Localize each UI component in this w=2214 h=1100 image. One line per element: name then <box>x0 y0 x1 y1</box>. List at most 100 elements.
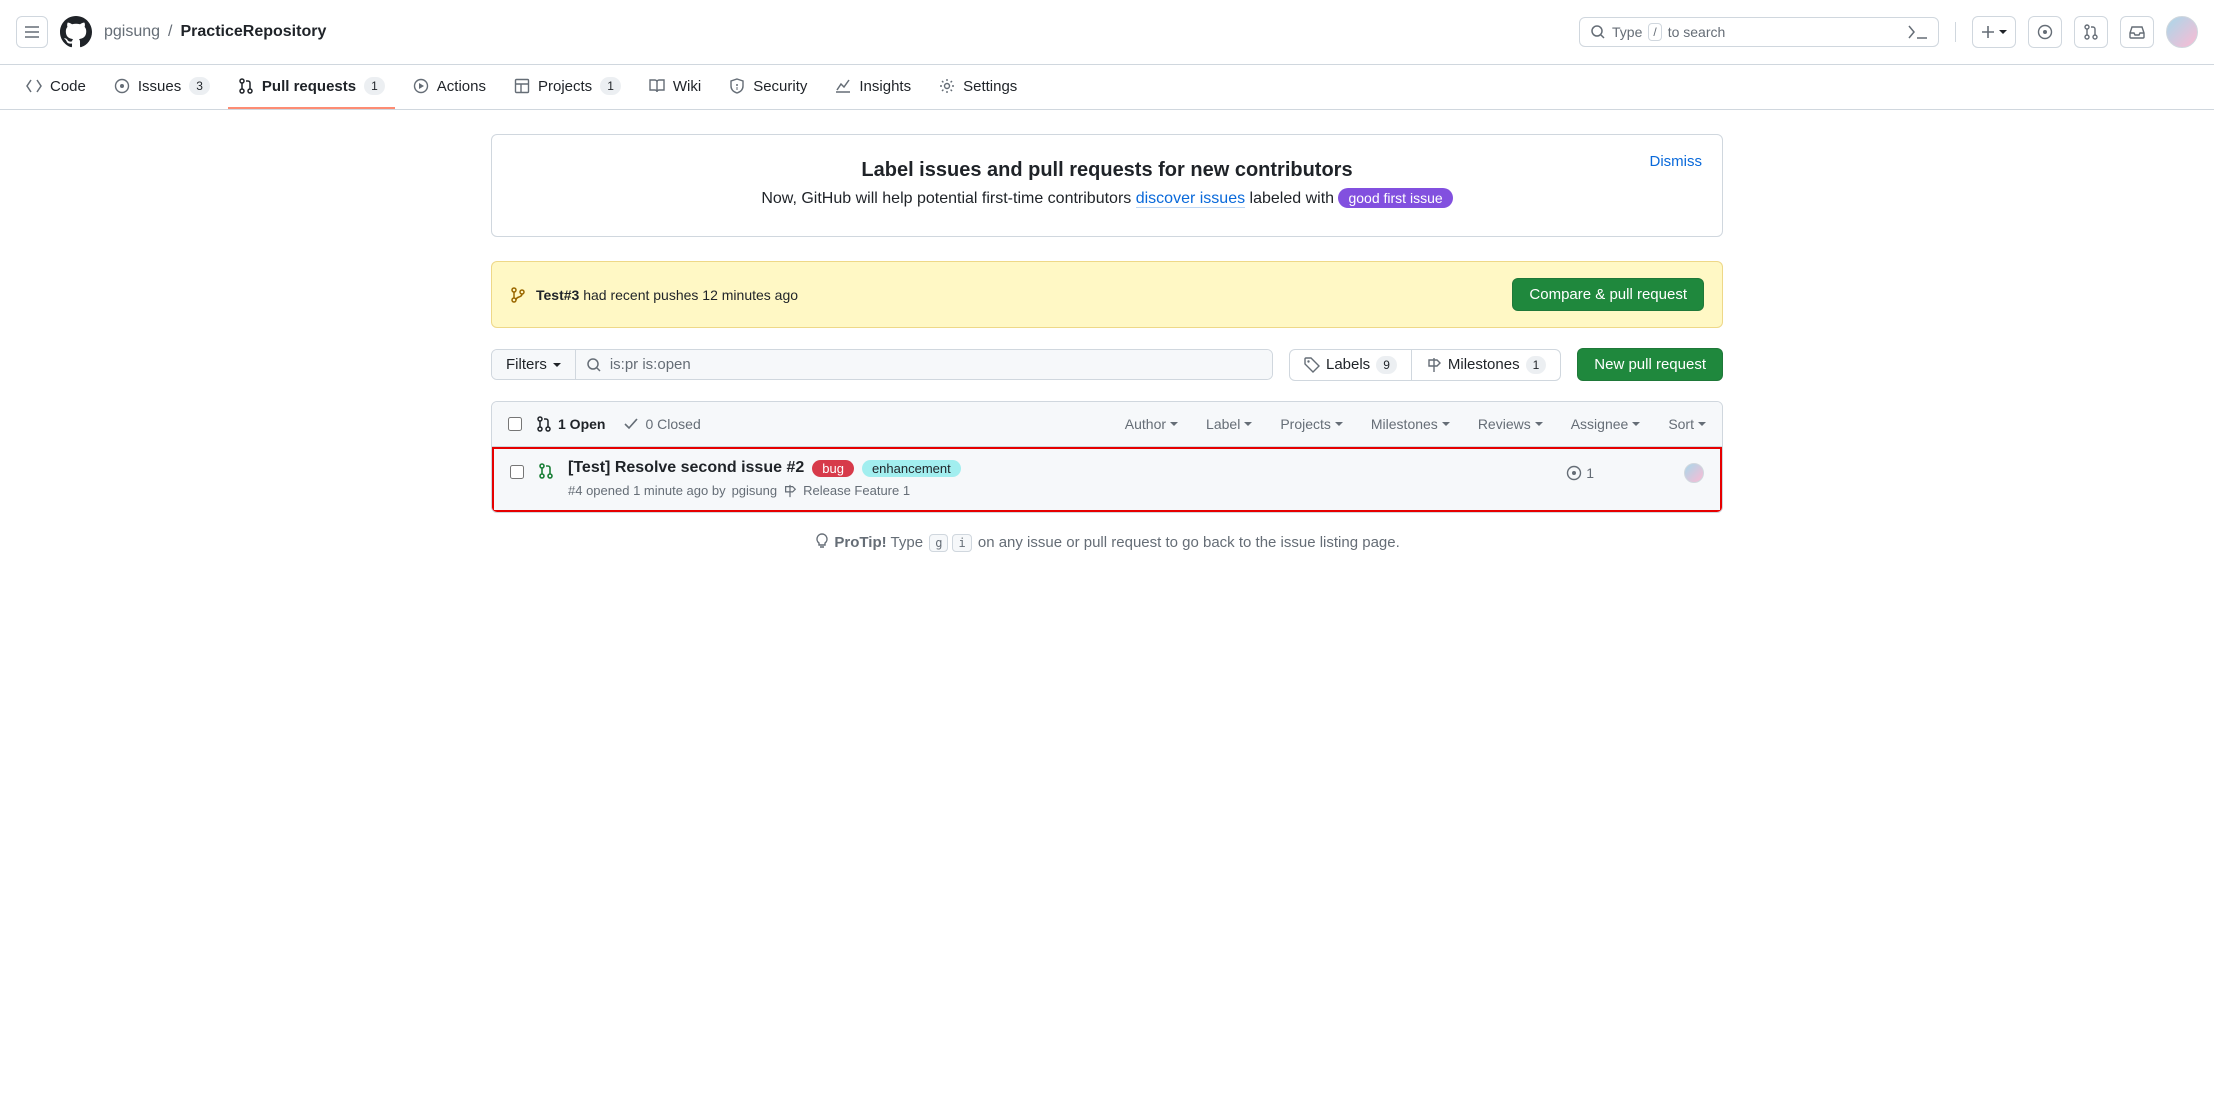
dd-label: Assignee <box>1571 416 1629 432</box>
create-new-button[interactable] <box>1972 16 2016 48</box>
protip-pre: Type <box>887 534 928 551</box>
inbox-shortcut[interactable] <box>2120 16 2154 48</box>
tab-code-label: Code <box>50 78 86 95</box>
tab-wiki[interactable]: Wiki <box>639 66 711 109</box>
meta-pre: #4 opened 1 minute ago by <box>568 483 726 498</box>
tab-issues[interactable]: Issues3 <box>104 65 220 109</box>
breadcrumb-owner[interactable]: pgisung <box>104 23 160 41</box>
push-msg: had recent pushes 12 minutes ago <box>579 287 798 303</box>
filter-group: Filters is:pr is:open <box>491 349 1273 380</box>
dismiss-button[interactable]: Dismiss <box>1650 153 1703 170</box>
info-title: Label issues and pull requests for new c… <box>516 159 1698 182</box>
filter-row: Filters is:pr is:open Labels9 Milestones… <box>491 348 1723 381</box>
closed-count-label: 0 Closed <box>645 416 700 432</box>
protip: ProTip! Type gi on any issue or pull req… <box>491 513 1723 571</box>
pr-list: 1 Open 0 Closed Author Label Projects Mi… <box>491 401 1723 513</box>
lightbulb-icon <box>814 533 830 549</box>
author-filter[interactable]: Author <box>1125 416 1178 432</box>
assignee-avatar[interactable] <box>1684 463 1704 483</box>
issue-icon <box>114 78 130 94</box>
open-state[interactable]: 1 Open <box>536 416 605 432</box>
label-enhancement[interactable]: enhancement <box>862 460 961 477</box>
gear-icon <box>939 78 955 94</box>
labels-milestones-group: Labels9 Milestones1 <box>1289 349 1561 381</box>
pr-author-link[interactable]: pgisung <box>732 483 778 498</box>
contributor-info-box: Dismiss Label issues and pull requests f… <box>491 134 1723 237</box>
pr-title[interactable]: [Test] Resolve second issue #2 <box>568 459 804 477</box>
new-pr-button[interactable]: New pull request <box>1577 348 1723 381</box>
global-header: pgisung / PracticeRepository Type / to s… <box>0 0 2214 65</box>
tab-code[interactable]: Code <box>16 66 96 109</box>
tab-settings[interactable]: Settings <box>929 66 1027 109</box>
table-icon <box>514 78 530 94</box>
dd-label: Projects <box>1280 416 1331 432</box>
tab-actions[interactable]: Actions <box>403 66 496 109</box>
pr-row[interactable]: [Test] Resolve second issue #2 bug enhan… <box>492 447 1722 512</box>
tab-security[interactable]: Security <box>719 66 817 109</box>
filter-search-input[interactable]: is:pr is:open <box>576 350 1272 379</box>
label-bug[interactable]: bug <box>812 460 854 477</box>
projects-filter[interactable]: Projects <box>1280 416 1343 432</box>
dd-label: Author <box>1125 416 1166 432</box>
issues-shortcut[interactable] <box>2028 16 2062 48</box>
filters-label: Filters <box>506 356 547 373</box>
row-checkbox[interactable] <box>510 465 524 479</box>
kbd-g: g <box>929 534 948 552</box>
tab-pull-requests[interactable]: Pull requests1 <box>228 65 395 109</box>
push-text: Test#3 had recent pushes 12 minutes ago <box>536 287 798 303</box>
chevron-down-icon <box>1632 422 1640 426</box>
hamburger-icon <box>24 24 40 40</box>
tab-actions-label: Actions <box>437 78 486 95</box>
good-first-issue-label[interactable]: good first issue <box>1338 188 1452 208</box>
filter-query: is:pr is:open <box>610 356 691 373</box>
check-icon <box>623 416 639 432</box>
milestones-link[interactable]: Milestones1 <box>1411 350 1560 380</box>
menu-button[interactable] <box>16 16 48 48</box>
labels-label: Labels <box>1326 356 1370 373</box>
tab-projects[interactable]: Projects1 <box>504 65 631 109</box>
projects-count: 1 <box>600 77 621 95</box>
protip-post: on any issue or pull request to go back … <box>974 534 1400 551</box>
pr-icon <box>2083 24 2099 40</box>
closed-state[interactable]: 0 Closed <box>623 416 700 432</box>
shield-icon <box>729 78 745 94</box>
tab-security-label: Security <box>753 78 807 95</box>
pr-meta: #4 opened 1 minute ago by pgisung Releas… <box>568 483 1552 498</box>
assignee-filter[interactable]: Assignee <box>1571 416 1641 432</box>
user-avatar[interactable] <box>2166 16 2198 48</box>
labels-link[interactable]: Labels9 <box>1290 350 1411 380</box>
info-post: labeled with <box>1245 190 1338 207</box>
select-all-checkbox[interactable] <box>508 417 522 431</box>
prs-shortcut[interactable] <box>2074 16 2108 48</box>
breadcrumb-repo[interactable]: PracticeRepository <box>181 23 327 41</box>
filters-dropdown[interactable]: Filters <box>492 350 576 379</box>
pr-icon <box>238 78 254 94</box>
graph-icon <box>835 78 851 94</box>
command-palette-icon[interactable] <box>1908 24 1928 40</box>
milestones-filter[interactable]: Milestones <box>1371 416 1450 432</box>
dd-label: Sort <box>1668 416 1694 432</box>
discover-issues-link[interactable]: discover issues <box>1136 190 1245 208</box>
chevron-down-icon <box>1442 422 1450 426</box>
compare-pr-button[interactable]: Compare & pull request <box>1512 278 1704 311</box>
search-input[interactable]: Type / to search <box>1579 17 1939 47</box>
tab-insights-label: Insights <box>859 78 911 95</box>
pr-milestone-link[interactable]: Release Feature 1 <box>803 483 910 498</box>
github-logo-icon[interactable] <box>60 16 92 48</box>
search-icon <box>586 357 602 373</box>
milestone-icon <box>783 484 797 498</box>
open-count-label: 1 Open <box>558 416 605 432</box>
sort-filter[interactable]: Sort <box>1668 416 1706 432</box>
divider <box>1955 22 1956 42</box>
header-filters: Author Label Projects Milestones Reviews… <box>1125 416 1706 432</box>
pr-main: [Test] Resolve second issue #2 bug enhan… <box>568 459 1552 498</box>
review-count[interactable]: 1 <box>1566 465 1594 481</box>
tab-insights[interactable]: Insights <box>825 66 921 109</box>
play-circle-icon <box>413 78 429 94</box>
repo-nav: Code Issues3 Pull requests1 Actions Proj… <box>0 65 2214 110</box>
tab-wiki-label: Wiki <box>673 78 701 95</box>
label-filter[interactable]: Label <box>1206 416 1252 432</box>
reviews-filter[interactable]: Reviews <box>1478 416 1543 432</box>
issue-dot-icon <box>2037 24 2053 40</box>
dd-label: Milestones <box>1371 416 1438 432</box>
